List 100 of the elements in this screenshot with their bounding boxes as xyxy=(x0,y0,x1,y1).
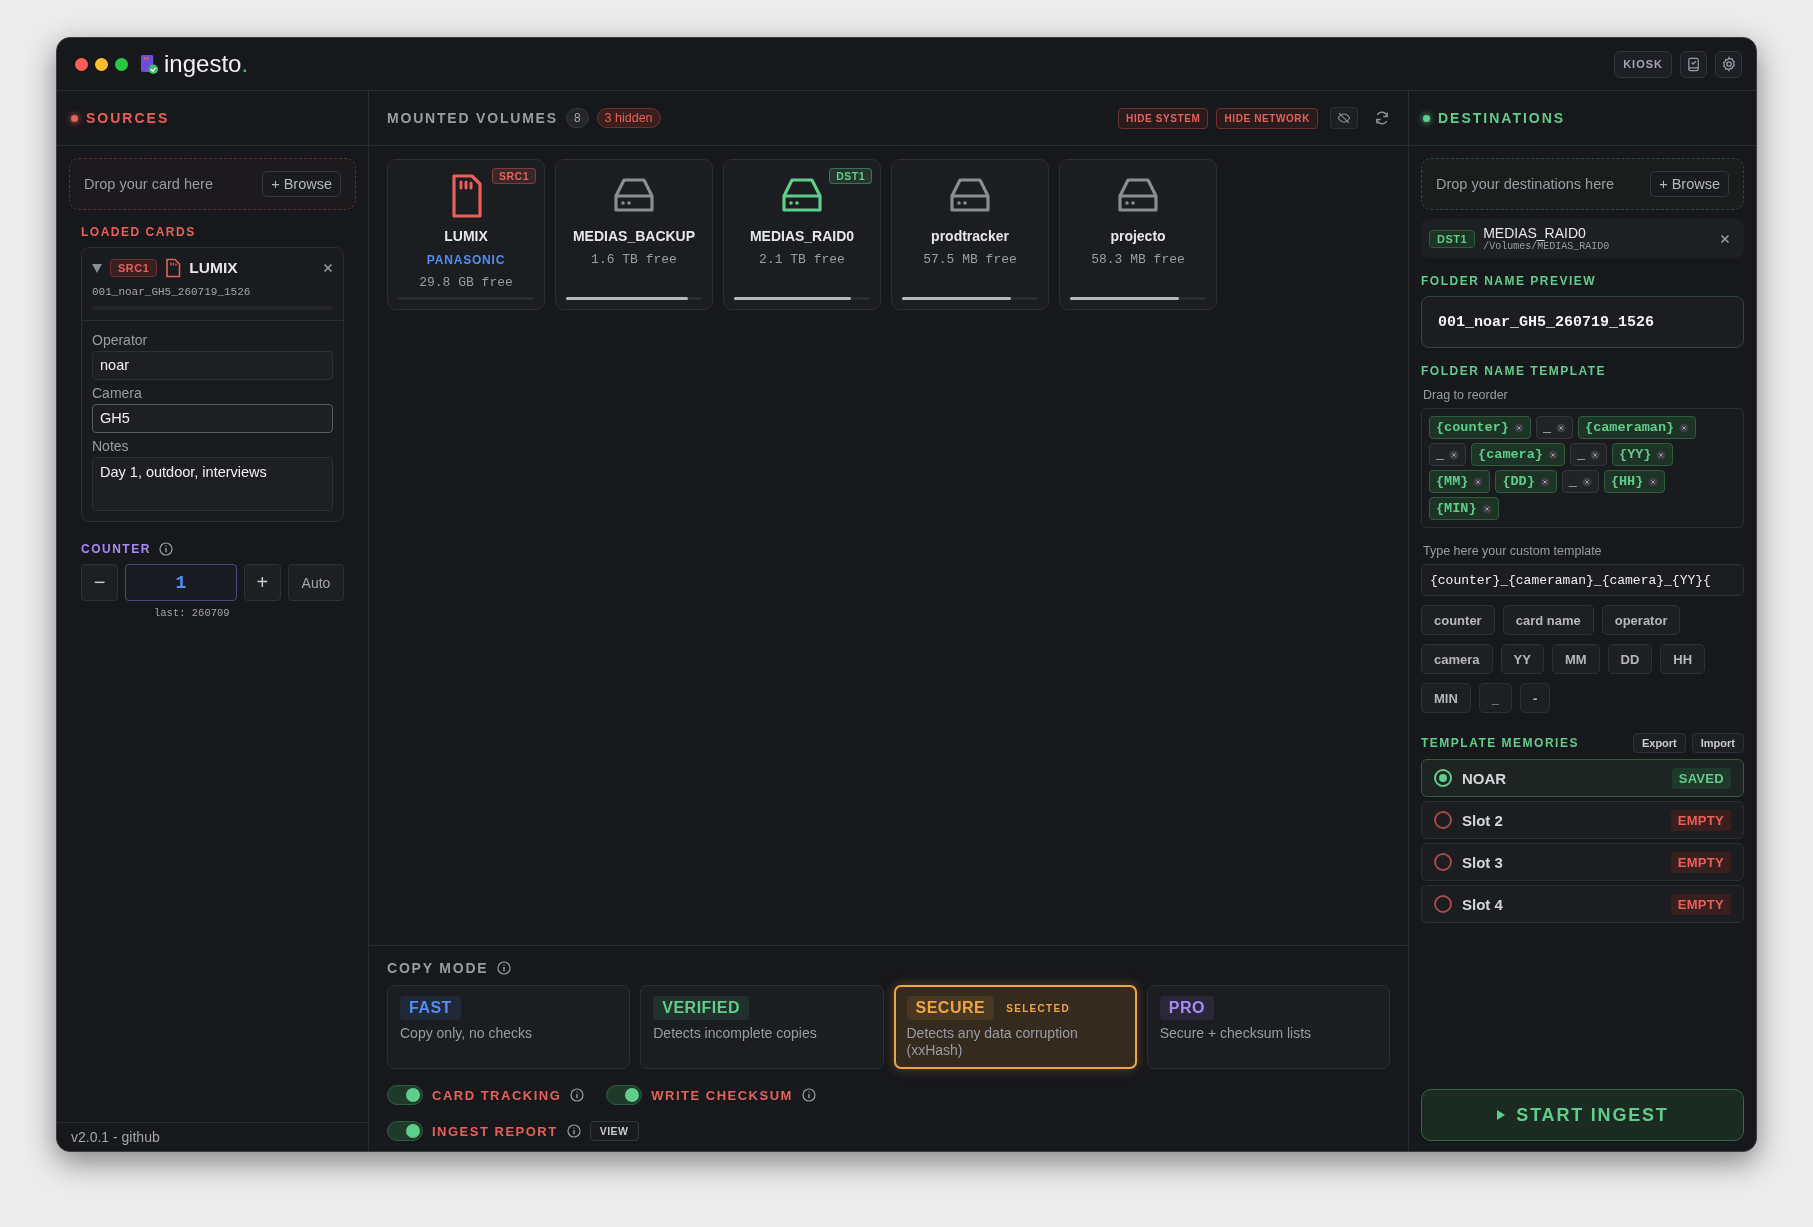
template-chip[interactable]: _ xyxy=(1429,443,1467,466)
settings-button[interactable] xyxy=(1715,50,1742,78)
remove-icon[interactable] xyxy=(1656,449,1667,460)
close-window-button[interactable] xyxy=(75,57,88,71)
template-chip[interactable]: {HH} xyxy=(1603,470,1666,493)
loaded-cards-heading: LOADED CARDS xyxy=(81,225,196,239)
insert-token-button[interactable]: counter xyxy=(1421,605,1495,635)
insert-token-button[interactable]: DD xyxy=(1607,644,1653,674)
option-label: INGEST REPORT xyxy=(432,1123,558,1139)
browse-button[interactable]: + Browse xyxy=(262,171,341,197)
template-chip[interactable]: {DD} xyxy=(1495,470,1557,493)
remove-icon[interactable] xyxy=(1679,422,1690,433)
import-button[interactable]: Import xyxy=(1691,733,1744,753)
memory-slot[interactable]: NOAR SAVED xyxy=(1421,759,1744,797)
insert-token-button[interactable]: YY xyxy=(1500,644,1544,674)
template-chip[interactable]: {counter} xyxy=(1429,416,1531,439)
notes-field[interactable]: Day 1, outdoor, interviews xyxy=(92,457,333,511)
slot-status: EMPTY xyxy=(1670,851,1731,873)
counter-field[interactable]: 1 xyxy=(125,564,237,601)
view-button[interactable]: VIEW xyxy=(589,1121,639,1141)
info-icon[interactable] xyxy=(801,1088,816,1102)
copy-mode-option[interactable]: FAST Copy only, no checks xyxy=(387,985,631,1069)
field-label: Operator xyxy=(92,332,149,348)
close-icon[interactable] xyxy=(323,263,333,273)
memory-slot[interactable]: Slot 4 EMPTY xyxy=(1421,885,1744,923)
insert-token-button[interactable]: HH xyxy=(1660,644,1706,674)
remove-icon[interactable] xyxy=(1473,476,1484,487)
template-chip[interactable]: _ xyxy=(1535,416,1574,439)
template-chip[interactable]: {YY} xyxy=(1612,443,1674,466)
kiosk-button[interactable]: KIOSK xyxy=(1614,50,1672,78)
radio-button[interactable] xyxy=(1434,853,1452,871)
hide-system-button[interactable]: HIDE SYSTEM xyxy=(1118,107,1209,129)
minimize-window-button[interactable] xyxy=(95,57,108,71)
template-chip[interactable]: _ xyxy=(1561,470,1599,493)
close-icon[interactable] xyxy=(1720,233,1730,244)
info-icon[interactable] xyxy=(158,542,173,556)
app-title: ingesto. xyxy=(164,50,249,78)
copy-mode-option[interactable]: SECURE SELECTED Detects any data corruption (xxHash) xyxy=(893,985,1137,1069)
remove-icon[interactable] xyxy=(1481,503,1492,514)
copy-mode-option[interactable]: VERIFIED Detects incomplete copies xyxy=(640,985,884,1069)
template-chip[interactable]: {camera} xyxy=(1471,443,1565,466)
template-chip[interactable]: {MM} xyxy=(1429,470,1491,493)
browse-button[interactable]: + Browse xyxy=(1650,171,1729,197)
volume-card[interactable]: projecto 58.3 MB free xyxy=(1059,159,1217,310)
remove-icon[interactable] xyxy=(1449,449,1460,460)
memory-slot[interactable]: Slot 3 EMPTY xyxy=(1421,843,1744,881)
insert-token-button[interactable]: - xyxy=(1520,683,1551,713)
template-chip[interactable]: {MIN} xyxy=(1429,497,1499,520)
radio-button[interactable] xyxy=(1434,769,1452,787)
remove-icon[interactable] xyxy=(1513,422,1524,433)
volume-card[interactable]: prodtracker 57.5 MB free xyxy=(891,159,1049,310)
remove-icon[interactable] xyxy=(1547,449,1558,460)
drag-hint: Drag to reorder xyxy=(1423,388,1509,402)
insert-token-button[interactable]: _ xyxy=(1478,683,1513,713)
copy-mode-option[interactable]: PRO Secure + checksum lists xyxy=(1146,985,1390,1069)
drop-hint: Drop your destinations here xyxy=(1436,176,1615,192)
remove-icon[interactable] xyxy=(1648,476,1659,487)
destination-drop-zone[interactable]: Drop your destinations here + Browse xyxy=(1421,158,1744,210)
insert-token-button[interactable]: card name xyxy=(1502,605,1594,635)
insert-token-button[interactable]: camera xyxy=(1421,644,1493,674)
volume-card[interactable]: MEDIAS_BACKUP 1.6 TB free xyxy=(555,159,713,310)
remove-icon[interactable] xyxy=(1539,476,1550,487)
text-field[interactable]: noar xyxy=(92,351,333,380)
text-field[interactable]: GH5 xyxy=(92,404,333,433)
checklist-book-button[interactable] xyxy=(1680,50,1707,78)
remove-icon[interactable] xyxy=(1581,476,1592,487)
insert-token-button[interactable]: MIN xyxy=(1421,683,1471,713)
decrement-button[interactable]: − xyxy=(81,564,119,601)
eye-off-button[interactable] xyxy=(1330,107,1358,129)
card-drop-zone[interactable]: Drop your card here + Browse xyxy=(69,158,356,210)
auto-button[interactable]: Auto xyxy=(288,564,344,601)
info-icon[interactable] xyxy=(496,961,511,975)
remove-icon[interactable] xyxy=(1590,449,1601,460)
info-icon[interactable] xyxy=(566,1124,581,1138)
radio-button[interactable] xyxy=(1434,811,1452,829)
template-chip[interactable]: {cameraman} xyxy=(1578,416,1697,439)
start-ingest-button[interactable]: START INGEST xyxy=(1421,1089,1744,1141)
increment-button[interactable]: + xyxy=(243,564,282,601)
template-chip[interactable]: _ xyxy=(1569,443,1608,466)
memory-slot[interactable]: Slot 2 EMPTY xyxy=(1421,801,1744,839)
radio-button[interactable] xyxy=(1434,895,1452,913)
custom-template-field[interactable]: {counter}_{cameraman}_{camera}_{YY}{ xyxy=(1421,564,1744,596)
toggle-switch[interactable] xyxy=(606,1085,643,1105)
export-button[interactable]: Export xyxy=(1632,733,1686,753)
hide-network-button[interactable]: HIDE NETWORK xyxy=(1216,107,1318,129)
drop-hint: Drop your card here xyxy=(84,176,213,192)
status-dot xyxy=(1423,114,1430,122)
remove-icon[interactable] xyxy=(1556,422,1567,433)
insert-token-button[interactable]: MM xyxy=(1551,644,1600,674)
mounted-volumes-heading: MOUNTED VOLUMES xyxy=(387,110,558,126)
refresh-icon[interactable] xyxy=(1374,110,1390,126)
info-icon[interactable] xyxy=(570,1088,585,1102)
toggle-switch[interactable] xyxy=(387,1085,423,1105)
toggle-switch[interactable] xyxy=(387,1121,423,1141)
insert-token-button[interactable]: operator xyxy=(1601,605,1681,635)
volume-card[interactable]: SRC1 LUMIX PANASONIC 29.8 GB free xyxy=(387,159,545,310)
hidden-count: 3 hidden xyxy=(596,108,661,128)
source-badge: SRC1 xyxy=(110,259,158,277)
maximize-window-button[interactable] xyxy=(115,57,128,71)
volume-card[interactable]: DST1 MEDIAS_RAID0 2.1 TB free xyxy=(723,159,881,310)
